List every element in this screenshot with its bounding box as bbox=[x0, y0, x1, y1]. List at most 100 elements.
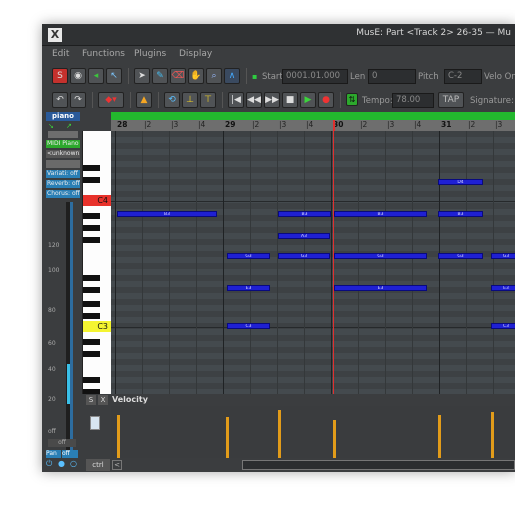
velocity-bar[interactable] bbox=[333, 420, 336, 458]
punch-in-icon[interactable]: ⊥ bbox=[182, 92, 198, 108]
instrument-tab[interactable]: piano bbox=[46, 112, 80, 121]
unknown-patch-button[interactable]: <unknown> bbox=[46, 150, 80, 158]
note-event[interactable]: D4 bbox=[438, 179, 483, 185]
hand-tool-icon[interactable]: ✋ bbox=[188, 68, 204, 84]
velocity-panel-icon[interactable] bbox=[90, 416, 100, 430]
menu-functions[interactable]: Functions bbox=[82, 49, 125, 59]
velocity-close-button[interactable]: X bbox=[98, 395, 108, 405]
off-button[interactable]: off bbox=[48, 439, 76, 447]
velocity-bar[interactable] bbox=[226, 417, 229, 458]
reverb-button[interactable]: Reverb: off bbox=[46, 180, 80, 188]
record-mode-icon[interactable]: ◉ bbox=[70, 68, 86, 84]
ruler-playhead[interactable] bbox=[333, 120, 335, 131]
note-event[interactable]: G3 bbox=[227, 253, 270, 259]
note-event[interactable]: E3 bbox=[334, 285, 427, 291]
speaker-icon[interactable]: ◂ bbox=[88, 68, 104, 84]
tempo-master-icon[interactable]: ⇅ bbox=[346, 93, 358, 106]
note-event[interactable]: B3 bbox=[117, 211, 217, 217]
len-field[interactable]: 0 bbox=[368, 69, 416, 84]
ctrl-button[interactable]: ctrl bbox=[86, 459, 110, 471]
patch-disabled-button[interactable] bbox=[46, 160, 80, 168]
pan-button[interactable]: Pan bbox=[46, 450, 61, 458]
menu-edit[interactable]: Edit bbox=[52, 49, 69, 59]
note-event[interactable]: E3 bbox=[491, 285, 515, 291]
tempo-field[interactable]: 78.00 bbox=[392, 93, 434, 108]
instrument-settings-bar[interactable] bbox=[48, 131, 78, 138]
play-icon[interactable]: ▶ bbox=[300, 92, 316, 108]
step-record-icon[interactable]: ↖ bbox=[106, 68, 122, 84]
velocity-lane[interactable] bbox=[111, 406, 515, 458]
black-key[interactable] bbox=[83, 165, 100, 171]
note-event[interactable]: B3 bbox=[438, 211, 483, 217]
horizontal-scrollbar[interactable] bbox=[242, 460, 515, 470]
black-key[interactable] bbox=[83, 225, 100, 231]
black-key[interactable] bbox=[83, 287, 100, 293]
pointer-tool-icon[interactable]: ➤ bbox=[134, 68, 150, 84]
circle-icon[interactable]: ● bbox=[58, 459, 65, 468]
chorus-button[interactable]: Chorus: off bbox=[46, 190, 80, 198]
stop-icon[interactable]: ■ bbox=[282, 92, 298, 108]
menu-display[interactable]: Display bbox=[179, 49, 212, 59]
midi-instrument-button[interactable]: MIDI Piano bbox=[46, 140, 80, 148]
velocity-solo-button[interactable]: S bbox=[86, 395, 96, 405]
pan-value[interactable]: off bbox=[62, 450, 78, 458]
rewind-to-start-icon[interactable]: |◀ bbox=[228, 92, 244, 108]
eraser-tool-icon[interactable]: ⌫ bbox=[170, 68, 186, 84]
scroll-left-icon[interactable]: < bbox=[112, 460, 122, 470]
variation-button[interactable]: Variati: off bbox=[46, 170, 80, 178]
redo-icon[interactable]: ↷ bbox=[70, 92, 86, 108]
ruler-beat-label: |4 bbox=[414, 120, 422, 129]
velocity-bar[interactable] bbox=[438, 415, 441, 458]
tap-button[interactable]: TAP bbox=[438, 92, 464, 108]
note-event[interactable]: G3 bbox=[491, 253, 515, 259]
pitch-field[interactable]: C-2 bbox=[444, 69, 482, 84]
note-event[interactable]: C3 bbox=[227, 323, 270, 329]
app-icon[interactable]: X bbox=[48, 28, 62, 42]
start-field[interactable]: 0001.01.000 bbox=[282, 69, 348, 84]
piano-keyboard[interactable]: C4 C3 bbox=[82, 131, 111, 394]
rewind-icon[interactable]: ◀◀ bbox=[246, 92, 262, 108]
black-key[interactable] bbox=[83, 339, 100, 345]
black-key[interactable] bbox=[83, 351, 100, 357]
note-event[interactable]: B3 bbox=[334, 211, 427, 217]
pencil-tool-icon[interactable]: ✎ bbox=[152, 68, 168, 84]
black-key[interactable] bbox=[83, 301, 100, 307]
note-event[interactable]: A3 bbox=[278, 233, 330, 239]
fast-forward-icon[interactable]: ▶▶ bbox=[264, 92, 280, 108]
black-key[interactable] bbox=[83, 377, 100, 383]
note-event[interactable]: G3 bbox=[278, 253, 330, 259]
volume-slider[interactable] bbox=[70, 202, 73, 452]
black-key[interactable] bbox=[83, 313, 100, 319]
zoom-tool-icon[interactable]: ⌕ bbox=[206, 68, 222, 84]
piano-roll-grid[interactable]: D4 B3 B3 B3 B3 A3 G3 G3 G3 G3 G3 E3 E3 E3 C3 C3 bbox=[111, 131, 515, 394]
black-key[interactable] bbox=[83, 237, 100, 243]
black-key[interactable] bbox=[83, 275, 100, 281]
key-c3[interactable]: C3 bbox=[83, 321, 111, 332]
punch-out-icon[interactable]: ⊤ bbox=[200, 92, 216, 108]
black-key[interactable] bbox=[83, 213, 100, 219]
key-c4[interactable]: C4 bbox=[83, 195, 111, 206]
note-event[interactable]: G3 bbox=[334, 253, 427, 259]
solo-icon[interactable]: S bbox=[52, 68, 68, 84]
velocity-bar[interactable] bbox=[491, 412, 494, 458]
note-event[interactable]: G3 bbox=[438, 253, 483, 259]
playhead[interactable] bbox=[333, 131, 334, 394]
undo-icon[interactable]: ↶ bbox=[52, 92, 68, 108]
power-icon[interactable]: ⏻ bbox=[46, 459, 52, 469]
green-arrow-left-icon[interactable]: ↘ bbox=[48, 122, 58, 130]
black-key[interactable] bbox=[83, 177, 100, 183]
timeline-ruler[interactable]: 28 |2 |3 |4 29 |2 |3 |4 30 |2 |3 |4 31 |2 |3 bbox=[111, 120, 515, 131]
ring-icon[interactable]: ○ bbox=[70, 459, 77, 468]
midi-input-icon[interactable]: ◆▾ bbox=[98, 92, 124, 108]
note-event[interactable]: B3 bbox=[278, 211, 331, 217]
velocity-bar[interactable] bbox=[278, 410, 281, 458]
menu-plugins[interactable]: Plugins bbox=[134, 49, 166, 59]
green-arrow-right-icon[interactable]: ↗ bbox=[66, 122, 76, 130]
draw-line-tool-icon[interactable]: ∧ bbox=[224, 68, 240, 84]
loop-icon[interactable]: ⟲ bbox=[164, 92, 180, 108]
metronome-icon[interactable]: ▲ bbox=[136, 92, 152, 108]
note-event[interactable]: C3 bbox=[491, 323, 515, 329]
record-icon[interactable]: ● bbox=[318, 92, 334, 108]
velocity-bar[interactable] bbox=[117, 415, 120, 458]
note-event[interactable]: E3 bbox=[227, 285, 270, 291]
